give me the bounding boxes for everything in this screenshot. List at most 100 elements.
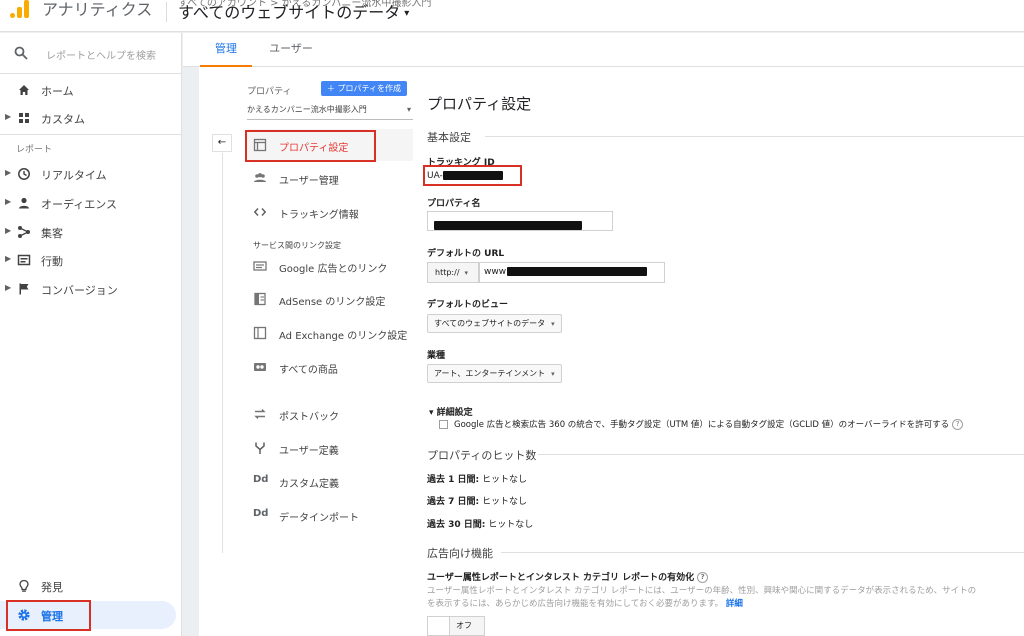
default-url-label: デフォルトの URL xyxy=(427,249,505,259)
nav-label-behavior: 行動 xyxy=(41,255,63,268)
default-view-select[interactable]: すべてのウェブサイトのデータ ▾ xyxy=(427,314,562,333)
tab-user[interactable]: ユーザー xyxy=(263,33,319,67)
expand-arrow-icon: ▶ xyxy=(5,168,12,177)
selected-property-name: かえるカンパニー流水中撮影入門 xyxy=(247,105,367,114)
industry-select[interactable]: アート、エンターテインメント ▾ xyxy=(427,364,562,383)
search-icon xyxy=(14,46,28,60)
data-import-icon: Dd xyxy=(253,508,269,519)
url-prefix: www xyxy=(484,267,507,277)
demographics-toggle[interactable]: オフ xyxy=(427,616,485,636)
nav-label-admin: 管理 xyxy=(41,610,63,623)
admin-tabs: 管理 ユーザー xyxy=(183,33,1024,67)
menu-item-all-products[interactable]: すべての商品 xyxy=(247,351,413,383)
nav-item-admin[interactable]: 管理 xyxy=(0,601,176,629)
details-link[interactable]: 詳細 xyxy=(726,599,743,609)
property-selector[interactable]: かえるカンパニー流水中撮影入門 ▾ xyxy=(247,102,413,120)
page-title: プロパティ設定 xyxy=(427,95,532,113)
chevron-down-icon: ▾ xyxy=(404,7,410,19)
menu-label-adexchange-link: Ad Exchange のリンク設定 xyxy=(279,331,408,342)
nav-item-behavior[interactable]: ▶ 行動 xyxy=(0,246,182,274)
view-title: すべてのウェブサイトのデータ xyxy=(178,3,401,22)
create-property-button[interactable]: ＋ プロパティを作成 xyxy=(321,81,408,96)
postback-icon xyxy=(254,409,266,419)
reports-section-label: レポート xyxy=(16,145,53,155)
menu-label-tracking-info: トラッキング情報 xyxy=(279,210,359,221)
property-name-input[interactable] xyxy=(427,211,613,231)
behavior-icon xyxy=(17,254,31,266)
gear-icon xyxy=(18,609,30,621)
advanced-settings-toggle[interactable]: ▾ 詳細設定 xyxy=(429,405,473,418)
all-products-icon xyxy=(254,363,266,371)
property-settings-panel: プロパティ設定 基本設定 トラッキング ID UA- プロパティ名 デフォルトの… xyxy=(415,67,1024,636)
acquisition-icon xyxy=(18,226,30,238)
override-checkbox[interactable] xyxy=(439,420,448,429)
menu-item-adexchange-link[interactable]: Ad Exchange のリンク設定 xyxy=(247,317,413,349)
menu-item-data-import[interactable]: Dd データインポート xyxy=(247,499,413,531)
property-settings-icon xyxy=(253,138,267,152)
clock-icon xyxy=(18,168,30,180)
nav-divider xyxy=(0,73,182,74)
hits-30-days: 過去 30 日間: ヒットなし xyxy=(427,517,533,530)
menu-label-adsense-link: AdSense のリンク設定 xyxy=(279,297,386,308)
person-icon xyxy=(19,197,29,209)
tab-admin[interactable]: 管理 xyxy=(200,33,252,67)
nav-label-custom: カスタム xyxy=(41,113,85,126)
demographics-label-text: ユーザー属性レポートとインタレスト カテゴリ レポートの有効化 xyxy=(427,573,695,583)
nav-label-conversions: コンバージョン xyxy=(41,284,118,297)
hits-1-label: 過去 1 日間: xyxy=(427,475,480,485)
property-column-label: プロパティ xyxy=(247,87,292,97)
custom-dimensions-icon: Dd xyxy=(253,474,269,485)
nav-item-conversions[interactable]: ▶ コンバージョン xyxy=(0,275,182,303)
top-bar: アナリティクス すべてのアカウント > かえるカンパニー流水中撮影入門 すべての… xyxy=(0,0,1024,32)
menu-item-custom-dimensions[interactable]: Dd カスタム定義 xyxy=(247,465,413,497)
menu-item-google-ads-link[interactable]: Google 広告とのリンク xyxy=(247,250,413,282)
hits-7-days: 過去 7 日間: ヒットなし xyxy=(427,494,527,507)
google-ads-icon xyxy=(253,261,267,271)
demographics-desc-line-1: ユーザー属性レポートとインタレスト カテゴリ レポートには、ユーザーの年齢、性別… xyxy=(427,586,977,596)
help-icon[interactable]: ? xyxy=(697,572,709,583)
hits-7-label: 過去 7 日間: xyxy=(427,497,480,507)
nav-item-audience[interactable]: ▶ オーディエンス xyxy=(0,189,182,217)
demographics-description: ユーザー属性レポートとインタレスト カテゴリ レポートには、ユーザーの年齢、性別… xyxy=(427,585,1024,611)
adsense-icon xyxy=(254,292,266,306)
nav-item-realtime[interactable]: ▶ リアルタイム xyxy=(0,160,182,188)
back-button[interactable]: ← xyxy=(212,134,232,152)
column-connector-line xyxy=(222,153,223,553)
override-checkbox-label: Google 広告と検索広告 360 の統合で、手動タグ設定（UTM 値）による… xyxy=(454,418,964,430)
analytics-logo-icon[interactable] xyxy=(10,0,32,24)
app-title: アナリティクス xyxy=(42,0,153,19)
expand-arrow-icon: ▶ xyxy=(5,254,12,263)
view-selector[interactable]: すべてのウェブサイトのデータ ▾ xyxy=(178,3,409,24)
menu-item-user-management[interactable]: ユーザー管理 xyxy=(247,162,413,194)
ads-features-heading: 広告向け機能 xyxy=(427,547,493,560)
admin-content: プロパティ ＋ プロパティを作成 かえるカンパニー流水中撮影入門 ▾ ← プロパ… xyxy=(199,67,1024,636)
menu-label-custom-definitions: ユーザー定義 xyxy=(279,446,339,457)
menu-item-postbacks[interactable]: ポストバック xyxy=(247,398,413,430)
menu-item-custom-definitions[interactable]: ユーザー定義 xyxy=(247,432,413,464)
nav-divider xyxy=(0,134,182,135)
section-divider xyxy=(501,552,1024,553)
protocol-select[interactable]: http:// ▾ xyxy=(427,262,479,283)
demographics-desc-text: を表示するには、あらかじめ広告向け機能を有効にしておく必要があります。 xyxy=(427,599,724,609)
nav-item-custom[interactable]: ▶ カスタム xyxy=(0,104,182,132)
nav-item-acquisition[interactable]: ▶ 集客 xyxy=(0,218,182,246)
nav-label-audience: オーディエンス xyxy=(41,198,118,211)
default-view-value: すべてのウェブサイトのデータ xyxy=(434,319,546,328)
menu-item-tracking-info[interactable]: トラッキング情報 xyxy=(247,196,413,228)
default-url-input[interactable]: www xyxy=(479,262,665,283)
nav-item-discover[interactable]: 発見 xyxy=(0,572,182,600)
expand-arrow-icon: ▶ xyxy=(5,112,12,121)
nav-item-home[interactable]: ホーム xyxy=(0,76,182,104)
search-box[interactable]: レポートとヘルプを検索 xyxy=(0,37,182,71)
menu-item-property-settings[interactable]: プロパティ設定 xyxy=(247,129,413,161)
menu-item-adsense-link[interactable]: AdSense のリンク設定 xyxy=(247,283,413,315)
home-icon xyxy=(19,85,29,95)
expand-arrow-icon: ▶ xyxy=(5,226,12,235)
nav-label-discover: 発見 xyxy=(41,581,63,594)
override-checkbox-text: Google 広告と検索広告 360 の統合で、手動タグ設定（UTM 値）による… xyxy=(454,420,950,430)
help-icon[interactable]: ? xyxy=(952,419,964,430)
hits-30-label: 過去 30 日間: xyxy=(427,520,486,530)
ad-exchange-icon xyxy=(253,326,267,340)
nav-label-realtime: リアルタイム xyxy=(41,169,107,182)
redacted-url xyxy=(507,267,648,276)
